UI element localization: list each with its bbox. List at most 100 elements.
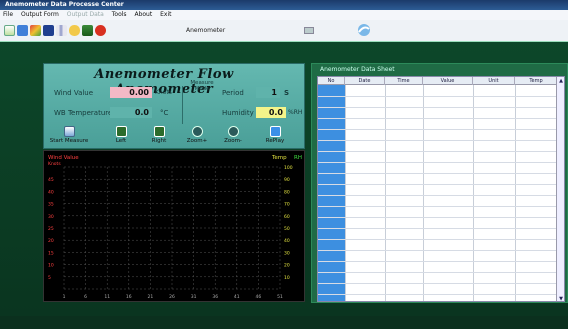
wind-value-display: 0.00 (110, 87, 152, 98)
x-tick-label: 1 (63, 294, 66, 300)
col-unit[interactable]: Unit (473, 77, 515, 85)
measure-mode-label: Measure Mode (190, 80, 214, 92)
export-icon[interactable] (82, 25, 93, 36)
x-tick-label: 41 (234, 294, 240, 300)
wind-graph: Wind Value Knots Temp RH 45 40 35 30 25 20 15 1… (43, 150, 305, 302)
menu-bar: File Output Form Output Data Tools About… (0, 10, 568, 20)
graph-canvas: Wind Value Knots Temp RH 454035302520151… (48, 155, 302, 300)
left-button[interactable]: Left (100, 124, 142, 149)
humidity-value: 0.0 (256, 107, 286, 118)
x-tick-label: 21 (148, 294, 154, 300)
toolbar: Anemometer (0, 20, 568, 42)
folder-icon[interactable] (69, 25, 80, 36)
humidity-label: Humidity (222, 109, 254, 117)
y-tick-label: 10 (48, 263, 54, 269)
app-window: Anemometer Data Processe Center File Out… (0, 0, 568, 329)
menu-output-data[interactable]: Output Data (67, 11, 104, 18)
menu-file[interactable]: File (3, 11, 13, 18)
right-arrow-icon (153, 126, 165, 137)
right-tick-label: 20 (284, 263, 290, 269)
chart-icon[interactable] (30, 25, 41, 36)
start-measure-label: Start Measure (49, 138, 89, 144)
col-value[interactable]: Value (423, 77, 473, 85)
x-tick-label: 26 (169, 294, 175, 300)
new-icon[interactable] (4, 25, 15, 36)
scroll-down-icon[interactable]: ▼ (557, 295, 564, 301)
data-sheet-title: Anemometer Data Sheet (320, 66, 395, 73)
wind-unit-label: Knots (155, 89, 172, 96)
right-button[interactable]: Right (138, 124, 180, 149)
toolbar-title: Anemometer (186, 27, 226, 34)
record-icon[interactable] (95, 25, 106, 36)
table-row (318, 195, 558, 196)
replay-icon (269, 126, 281, 137)
replay-button[interactable]: RePlay (254, 124, 296, 149)
bars-icon[interactable] (56, 25, 67, 36)
table-row (318, 283, 558, 284)
col-no[interactable]: No (318, 77, 345, 85)
x-tick-label: 31 (191, 294, 197, 300)
menu-tools[interactable]: Tools (112, 11, 127, 18)
data-sheet-panel: Anemometer Data Sheet No Date Time Value… (311, 63, 568, 303)
table-row (318, 118, 558, 119)
period-unit: S (284, 89, 290, 97)
y-tick-label: 20 (48, 238, 54, 244)
zoom-out-button[interactable]: Zoom- (212, 124, 254, 149)
right-label: Right (151, 138, 167, 144)
left-arrow-icon (115, 126, 127, 137)
graph-right-ticks: 100 90 80 70 60 50 40 30 20 10 (284, 165, 293, 281)
table-row (318, 239, 558, 240)
col-temp[interactable]: Temp (515, 77, 558, 85)
graph-right-title: Temp (271, 155, 287, 161)
x-tick-label: 16 (126, 294, 132, 300)
menu-exit[interactable]: Exit (160, 11, 171, 18)
right-tick-label: 80 (284, 189, 290, 195)
table-row (318, 96, 558, 97)
graph-y-ticks: 45 40 35 30 25 20 15 10 5 (48, 177, 54, 281)
right-tick-label: 50 (284, 226, 290, 232)
y-tick-label: 30 (48, 214, 54, 220)
wb-temp-unit: °C (160, 109, 169, 117)
table-row (318, 162, 558, 163)
scroll-up-icon[interactable]: ▲ (557, 77, 564, 85)
right-tick-label: 10 (284, 275, 290, 281)
table-header: No Date Time Value Unit Temp (318, 77, 564, 85)
right-tick-label: 70 (284, 202, 290, 208)
col-time[interactable]: Time (385, 77, 423, 85)
menu-output-form[interactable]: Output Form (21, 11, 59, 18)
x-tick-label: 51 (277, 294, 283, 300)
graph-left-sub: Knots (48, 161, 61, 167)
wb-temp-value: 0.0 (110, 107, 152, 118)
table-row (318, 272, 558, 273)
logo-icon (358, 24, 370, 36)
right-tick-label: 60 (284, 214, 290, 220)
zoom-in-icon (191, 126, 203, 137)
table-row (318, 206, 558, 207)
left-label: Left (115, 138, 127, 144)
x-tick-label: 36 (212, 294, 218, 300)
menu-about[interactable]: About (134, 11, 152, 18)
right-tick-label: 30 (284, 250, 290, 256)
data-table[interactable]: No Date Time Value Unit Temp ▲ ▼ (317, 76, 565, 302)
x-tick-label: 46 (256, 294, 262, 300)
open-icon[interactable] (17, 25, 28, 36)
period-value[interactable]: 1 (256, 87, 280, 98)
start-measure-button[interactable]: Start Measure (46, 124, 92, 149)
table-row (318, 184, 558, 185)
graph-right-sub: RH (294, 155, 302, 161)
table-scrollbar[interactable]: ▲ ▼ (556, 77, 564, 301)
panel-divider (182, 86, 183, 124)
col-date[interactable]: Date (345, 77, 385, 85)
control-panel: Anemometer Flow Anemometer Wind Value 0.… (43, 63, 305, 149)
status-bar (0, 316, 568, 329)
title-bar: Anemometer Data Processe Center (0, 0, 568, 10)
y-tick-label: 45 (48, 177, 54, 183)
y-tick-label: 5 (48, 275, 51, 281)
save-icon[interactable] (43, 25, 54, 36)
right-tick-label: 40 (284, 238, 290, 244)
table-row (318, 261, 558, 262)
wb-temp-label: WB Temperature (54, 109, 113, 117)
toolbar-box[interactable] (304, 27, 314, 34)
table-row (318, 294, 558, 295)
table-row (318, 228, 558, 229)
